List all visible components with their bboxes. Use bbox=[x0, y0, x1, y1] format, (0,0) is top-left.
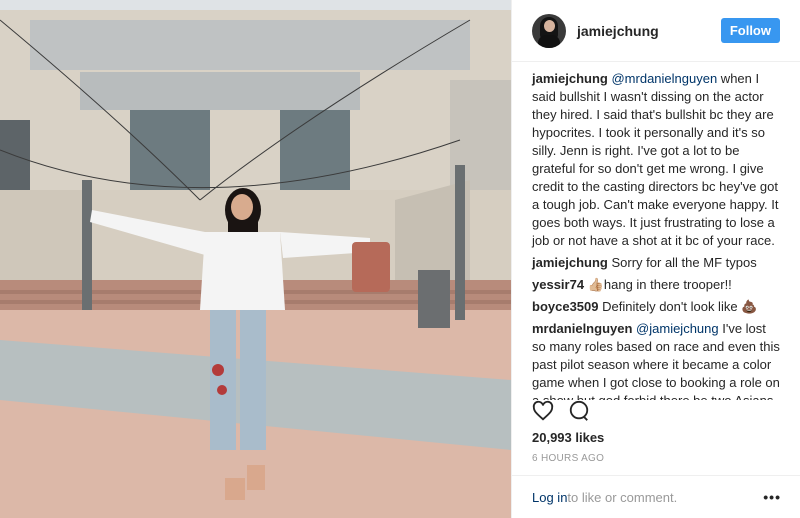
comment: mrdanielnguyen @jamiejchung I've lost so… bbox=[532, 320, 780, 400]
avatar[interactable] bbox=[532, 13, 566, 48]
avatar-body bbox=[538, 34, 560, 48]
login-prompt-text: to like or comment. bbox=[567, 489, 678, 505]
comment-username[interactable]: mrdanielnguyen bbox=[532, 321, 632, 336]
follow-button[interactable]: Follow bbox=[720, 18, 780, 43]
login-link[interactable]: Log in bbox=[532, 490, 567, 505]
comment-text: 👍🏼hang in there trooper!! bbox=[587, 277, 732, 292]
comment-mention[interactable]: @jamiejchung bbox=[636, 321, 719, 336]
comment: yessir74 👍🏼hang in there trooper!! bbox=[532, 276, 780, 294]
comment-username[interactable]: boyce3509 bbox=[532, 299, 599, 314]
comment-text: Sorry for all the MF typos bbox=[611, 255, 757, 270]
photo-illustration bbox=[0, 0, 511, 518]
comment: boyce3509 Definitely don't look like 💩 bbox=[532, 298, 780, 316]
post-header: jamiejchung Follow bbox=[512, 0, 800, 62]
post-photo[interactable] bbox=[0, 0, 511, 518]
comment-text: Definitely don't look like 💩 bbox=[602, 299, 758, 314]
comment-mention[interactable]: @mrdanielnguyen bbox=[611, 71, 717, 86]
more-icon[interactable]: ••• bbox=[763, 489, 781, 505]
comment-username[interactable]: jamiejchung bbox=[532, 71, 608, 86]
post-timestamp[interactable]: 6 HOURS AGO bbox=[532, 453, 604, 464]
comment: jamiejchung @mrdanielnguyen when I said … bbox=[532, 70, 780, 250]
comment-text: when I said bullshit I wasn't dissing on… bbox=[532, 71, 779, 248]
comment-username[interactable]: yessir74 bbox=[532, 277, 584, 292]
likes-count[interactable]: 20,993 likes bbox=[532, 430, 604, 445]
comment-icon[interactable] bbox=[568, 400, 590, 427]
heart-icon[interactable] bbox=[532, 400, 554, 427]
post-sidebar: jamiejchung Follow jamiejchung @mrdaniel… bbox=[511, 0, 800, 518]
comment-username[interactable]: jamiejchung bbox=[532, 255, 608, 270]
username-link[interactable]: jamiejchung bbox=[577, 23, 721, 39]
comment: jamiejchung Sorry for all the MF typos bbox=[532, 254, 780, 272]
avatar-face bbox=[544, 19, 555, 32]
instagram-post: jamiejchung Follow jamiejchung @mrdaniel… bbox=[0, 0, 800, 518]
comment-list[interactable]: jamiejchung @mrdanielnguyen when I said … bbox=[512, 62, 800, 400]
login-bar: Log in to like or comment. ••• bbox=[512, 475, 800, 518]
action-bar bbox=[532, 400, 590, 427]
